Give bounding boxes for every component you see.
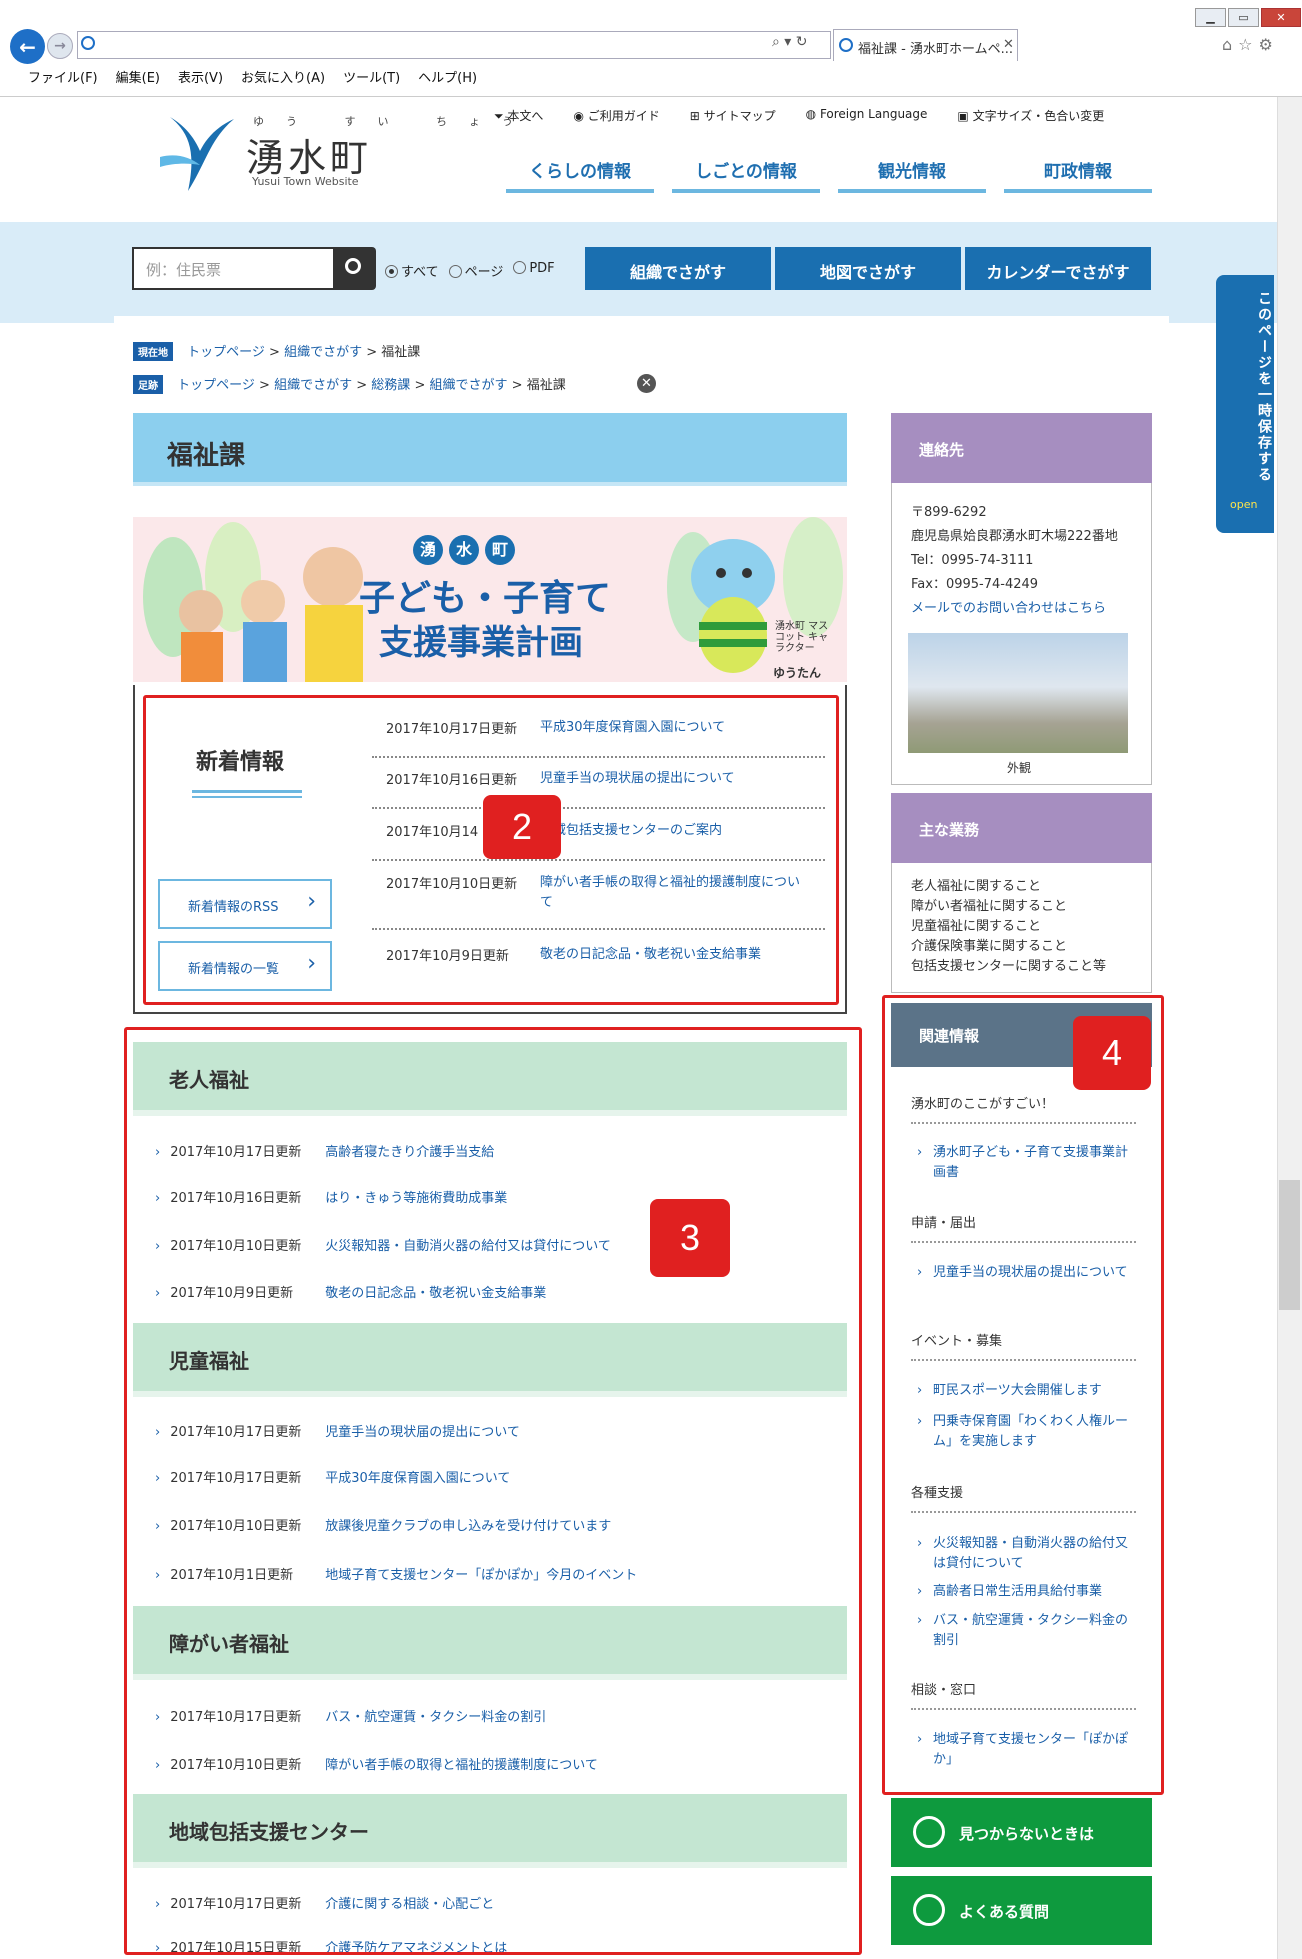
highlight-box-3 [124, 1027, 862, 1955]
breadcrumb-link[interactable]: 組織でさがす [284, 345, 362, 360]
util-link-foreign[interactable]: ◍ Foreign Language [806, 107, 928, 124]
search-by-org-button[interactable]: 組織でさがす [585, 247, 771, 290]
town-logo-icon[interactable] [160, 113, 238, 195]
minimize-button[interactable]: ▁ [1195, 8, 1226, 27]
search-input[interactable]: 例：住民票 [132, 247, 335, 290]
business-item: 介護保険事業に関すること [911, 939, 1068, 954]
util-link-skip[interactable]: ⏷ 本文へ [494, 107, 543, 124]
logo-subtitle: Yusui Town Website [252, 175, 359, 188]
banner-line1: 子ども・子育て [359, 578, 612, 619]
contact-mail-link[interactable]: メールでのお問い合わせはこちら [911, 601, 1106, 616]
history-link[interactable]: 総務課 [371, 378, 410, 393]
menu-bar: ファイル(F) 編集(E) 表示(V) お気に入り(A) ツール(T) ヘルプ(… [0, 64, 1302, 88]
radio-pdf[interactable]: PDF [513, 261, 555, 280]
radio-all[interactable]: すべて [385, 261, 439, 280]
utility-links: ⏷ 本文へ ◉ ご利用ガイド ⊞ サイトマップ ◍ Foreign Langua… [494, 107, 1104, 124]
breadcrumb-history-tag: 足跡 [133, 375, 163, 394]
banner-mascot-name: ゆうたん [773, 666, 822, 680]
contact-tel: Tel：0995-74-3111 [911, 553, 1034, 568]
gnav-government[interactable]: 町政情報 [1004, 152, 1152, 193]
not-found-button[interactable]: 見つからないときは [891, 1798, 1152, 1867]
gnav-life[interactable]: くらしの情報 [506, 152, 654, 193]
banner-town-chars: 湧 水 町 [413, 535, 515, 565]
util-link-guide[interactable]: ◉ ご利用ガイド [573, 107, 659, 124]
menu-edit[interactable]: 編集(E) [116, 67, 160, 88]
search-by-calendar-button[interactable]: カレンダーでさがす [965, 247, 1151, 290]
clear-history-icon[interactable]: ✕ [637, 374, 656, 393]
contact-zip: 〒899-6292 [911, 505, 987, 520]
breadcrumb-current-tag: 現在地 [133, 342, 173, 361]
magnifier-help-icon [913, 1816, 945, 1848]
search-by-map-button[interactable]: 地図でさがす [775, 247, 961, 290]
scrollbar-thumb[interactable] [1279, 1180, 1300, 1310]
breadcrumb: 現在地 トップページ > 組織でさがす > 福祉課 [133, 341, 420, 361]
history-link[interactable]: 組織でさがす [429, 378, 507, 393]
menu-favorites[interactable]: お気に入り(A) [241, 67, 325, 88]
util-link-sitemap[interactable]: ⊞ サイトマップ [690, 107, 776, 124]
annotation-badge-3: 3 [650, 1199, 730, 1277]
skip-icon: ⏷ [494, 109, 508, 123]
search-scope-radios: すべて ページ PDF [385, 261, 555, 280]
search-icon [345, 258, 361, 274]
business-item: 包括支援センターに関すること等 [911, 959, 1107, 974]
business-item: 障がい者福祉に関すること [911, 899, 1068, 914]
history-current: 福祉課 [526, 378, 566, 393]
guide-icon: ◉ [573, 109, 588, 123]
business-list: 老人福祉に関すること 障がい者福祉に関すること 児童福祉に関すること 介護保険事… [911, 877, 1106, 977]
business-item: 老人福祉に関すること [911, 879, 1042, 894]
contact-address: 鹿児島県姶良郡湧水町木場222番地 [911, 529, 1118, 544]
address-bar[interactable] [77, 31, 831, 59]
menu-tools[interactable]: ツール(T) [343, 67, 400, 88]
address-search-refresh-icon[interactable]: ⌕ ▾ ↻ [772, 34, 808, 50]
contact-heading: 連絡先 [891, 413, 1152, 483]
building-photo [908, 633, 1128, 753]
logo-text[interactable]: 湧水町 [246, 127, 372, 182]
radio-page[interactable]: ページ [448, 261, 503, 280]
contact-fax: Fax：0995-74-4249 [911, 577, 1039, 592]
save-page-open-label[interactable]: open [1230, 498, 1257, 511]
highlight-box-4 [882, 995, 1164, 1795]
business-heading: 主な業務 [891, 793, 1152, 863]
history-link[interactable]: 組織でさがす [274, 378, 352, 393]
util-link-fontsize[interactable]: ▣ 文字サイズ・色合い変更 [957, 107, 1104, 124]
breadcrumb-link[interactable]: トップページ [187, 345, 265, 360]
business-item: 児童福祉に関すること [911, 919, 1042, 934]
search-nav-buttons: 組織でさがす 地図でさがす カレンダーでさがす [585, 247, 1151, 290]
childcare-plan-banner[interactable]: 湧 水 町 子ども・子育て 支援事業計画 湧水町 マスコット キャラクター ゆう… [133, 517, 847, 682]
ie-icon [81, 36, 95, 50]
banner-mascot-label: 湧水町 マスコット キャラクター [775, 621, 829, 654]
menu-file[interactable]: ファイル(F) [28, 67, 98, 88]
breadcrumb-current: 福祉課 [381, 345, 421, 360]
annotation-badge-4: 4 [1073, 1016, 1151, 1090]
tab-ie-icon [839, 38, 853, 52]
maximize-button[interactable]: ▭ [1228, 8, 1259, 27]
close-window-button[interactable]: ✕ [1261, 8, 1301, 27]
question-icon [913, 1894, 945, 1926]
history-link[interactable]: トップページ [177, 378, 255, 393]
banner-line2: 支援事業計画 [379, 623, 583, 663]
photo-caption: 外観 [1007, 761, 1032, 775]
history-breadcrumb: 足跡 トップページ > 組織でさがす > 総務課 > 組織でさがす > 福祉課 [133, 374, 566, 394]
annotation-badge-2: 2 [483, 795, 561, 859]
browser-tab[interactable]: 福祉課 - 湧水町ホームペ... [833, 29, 1018, 61]
contact-info: 〒899-6292 鹿児島県姶良郡湧水町木場222番地 Tel：0995-74-… [911, 501, 1118, 621]
tab-close-icon[interactable]: ✕ [1003, 37, 1014, 52]
faq-button[interactable]: よくある質問 [891, 1876, 1152, 1945]
window-controls: ▁ ▭ ✕ [1195, 8, 1301, 27]
gnav-work[interactable]: しごとの情報 [672, 152, 820, 193]
fontsize-icon: ▣ [957, 109, 973, 123]
global-nav: くらしの情報 しごとの情報 観光情報 町政情報 [506, 152, 1152, 193]
back-button[interactable]: ← [10, 29, 45, 64]
vertical-scrollbar[interactable] [1277, 97, 1302, 1959]
home-star-gear-icons[interactable]: ⌂☆⚙ [1222, 35, 1279, 54]
menu-view[interactable]: 表示(V) [178, 67, 223, 88]
sitemap-icon: ⊞ [689, 109, 704, 123]
page-title: 福祉課 [133, 413, 847, 486]
gnav-tourism[interactable]: 観光情報 [838, 152, 986, 193]
globe-icon: ◍ [805, 107, 820, 121]
save-page-tab[interactable]: このページを一時保存する [1216, 275, 1274, 533]
menu-help[interactable]: ヘルプ(H) [418, 67, 477, 88]
forward-button[interactable]: → [47, 33, 73, 59]
